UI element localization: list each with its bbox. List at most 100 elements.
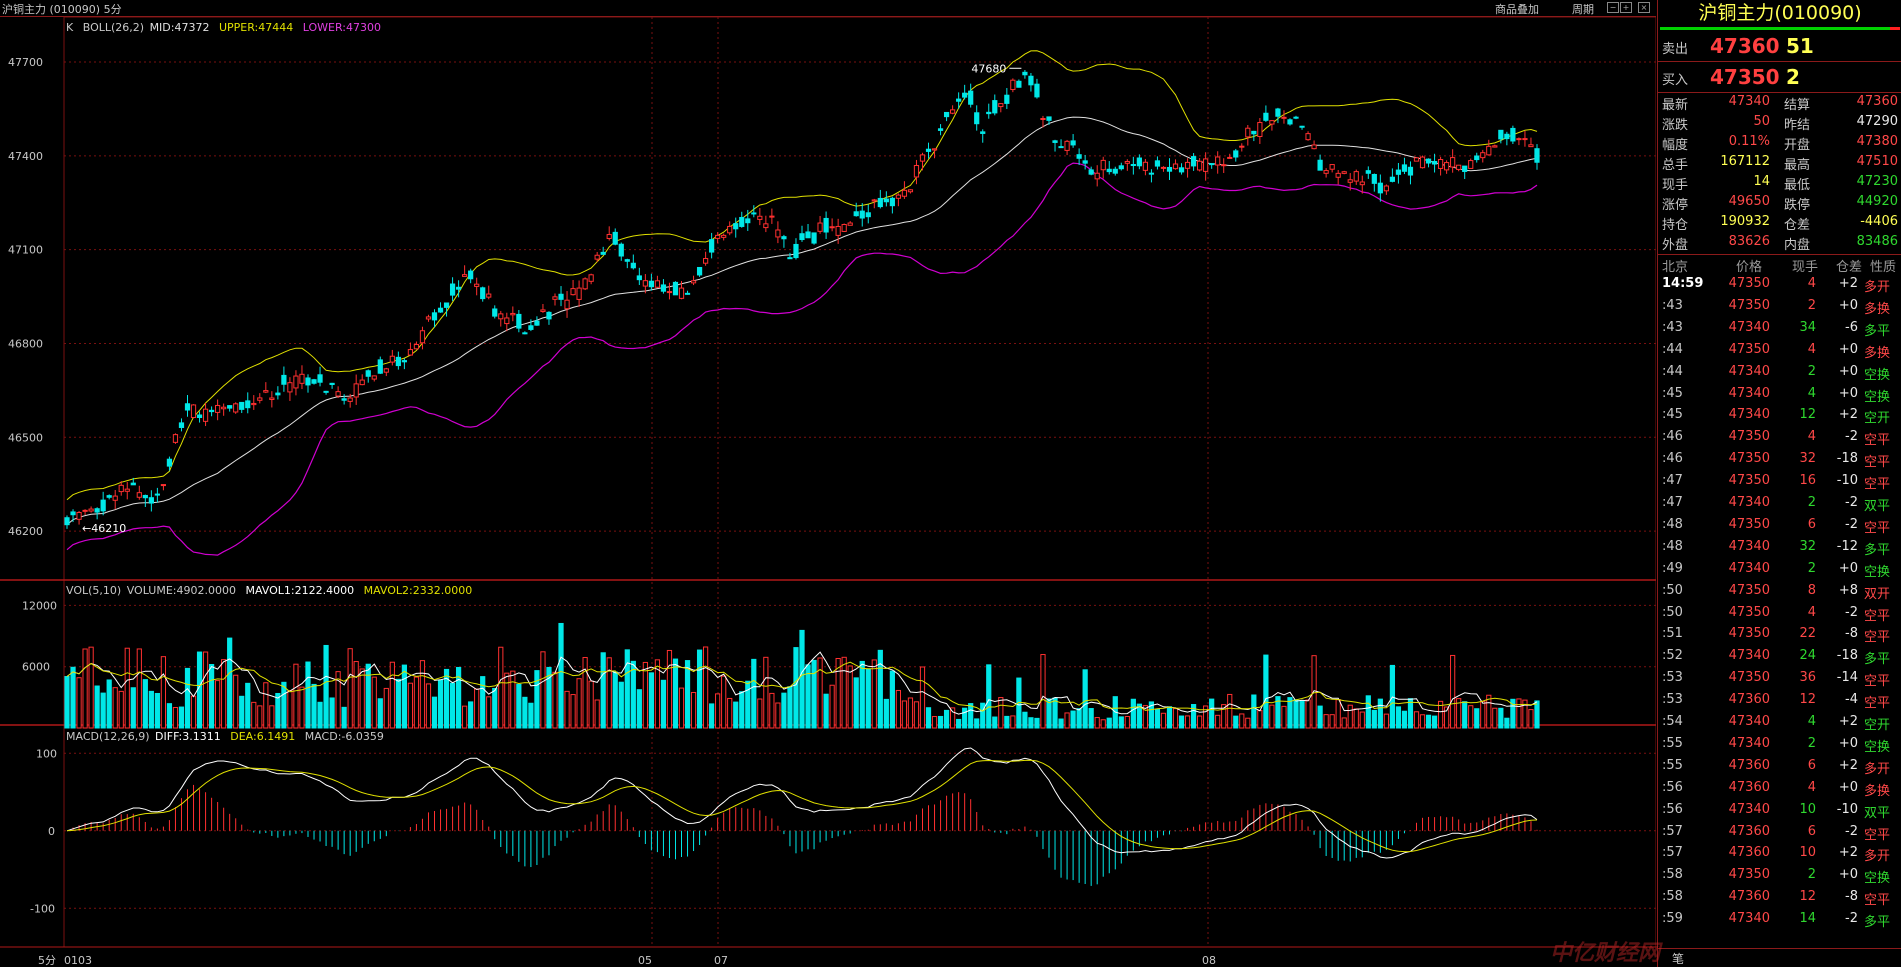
volume-bar	[516, 683, 522, 729]
tick-row[interactable]: :52 47340 24 -18 多平	[1658, 648, 1901, 670]
tick-row[interactable]: :48 47350 6 -2 空平	[1658, 517, 1901, 539]
tick-time: :57	[1662, 823, 1683, 839]
tick-row[interactable]: :50 47350 8 +8 双开	[1658, 583, 1901, 605]
overlay-commodity-link[interactable]: 商品叠加	[1495, 1, 1539, 17]
volume-bar	[528, 702, 534, 729]
volume-bar	[1480, 700, 1486, 729]
tick-row[interactable]: :45 47340 4 +0 空换	[1658, 386, 1901, 408]
tick-row[interactable]: :56 47340 10 -10 双平	[1658, 802, 1901, 824]
volume-bar	[1076, 708, 1082, 729]
volume-bar	[968, 703, 974, 729]
tick-row[interactable]: :44 47350 4 +0 多换	[1658, 342, 1901, 364]
quote-label: 最低	[1784, 178, 1811, 193]
volume-bar	[552, 671, 558, 729]
tick-row[interactable]: :56 47360 4 +0 多换	[1658, 780, 1901, 802]
volume-bar	[1197, 715, 1203, 729]
tick-volume: 6	[1807, 757, 1816, 773]
candle-body	[1389, 176, 1396, 182]
tick-row[interactable]: :53 47350 36 -14 空平	[1658, 670, 1901, 692]
macd-axis-label: -100	[30, 902, 55, 915]
candle-body	[443, 302, 450, 308]
tick-row[interactable]: 14:59 47350 4 +2 多开	[1658, 276, 1901, 298]
candle-body	[1172, 163, 1179, 170]
candle-body	[1269, 120, 1275, 125]
candle-body	[1510, 127, 1516, 142]
candle-body	[1233, 150, 1239, 158]
volume-bar	[1058, 718, 1064, 729]
kline-chart-svg[interactable]: 47700 47400 47100 46800 46500 46200 12000 6000 1…	[0, 17, 1656, 967]
volume-bar	[913, 701, 920, 729]
volume-bar	[709, 703, 715, 729]
close-icon[interactable]: ×	[1638, 2, 1650, 13]
zoom-in-button[interactable]: +	[1620, 2, 1632, 13]
tick-time: :43	[1662, 297, 1683, 313]
tick-row[interactable]: :57 47360 10 +2 多开	[1658, 845, 1901, 867]
period-link[interactable]: 周期	[1572, 1, 1594, 17]
tick-volume: 34	[1799, 319, 1816, 335]
candle-body	[371, 375, 377, 380]
tick-row[interactable]: :58 47360 12 -8 空平	[1658, 889, 1901, 911]
candle-body	[1052, 140, 1058, 143]
tick-row[interactable]: :43 47350 2 +0 多换	[1658, 298, 1901, 320]
tick-nature: 多平	[1864, 542, 1891, 558]
tick-row[interactable]: :58 47350 2 +0 空换	[1658, 867, 1901, 889]
candle-body	[1112, 168, 1118, 174]
candle-body	[239, 401, 245, 410]
tick-tab[interactable]: 笔	[1672, 950, 1684, 967]
candle-body	[775, 229, 781, 238]
candle-body	[474, 283, 480, 287]
tick-row[interactable]: :47 47350 16 -10 空平	[1658, 473, 1901, 495]
tick-position-change: -18	[1836, 451, 1858, 467]
candle-body	[1010, 79, 1016, 91]
tick-row[interactable]: :45 47340 12 +2 空开	[1658, 407, 1901, 429]
volume-bar	[100, 692, 106, 729]
tick-price: 47340	[1728, 495, 1770, 510]
tick-row[interactable]: :49 47340 2 +0 空换	[1658, 561, 1901, 583]
chart-area[interactable]: 47700 47400 47100 46800 46500 46200 12000 6000 1…	[0, 17, 1656, 967]
tick-row[interactable]: :53 47360 12 -4 空平	[1658, 692, 1901, 714]
zoom-out-button[interactable]: −	[1607, 2, 1619, 13]
tick-row[interactable]: :54 47340 4 +2 空开	[1658, 714, 1901, 736]
candle-body	[931, 148, 938, 151]
tick-nature: 空换	[1864, 564, 1891, 580]
tick-row[interactable]: :47 47340 2 -2 双平	[1658, 495, 1901, 517]
tick-row[interactable]: :59 47340 14 -2 多平	[1658, 911, 1901, 933]
candle-body	[1317, 159, 1323, 171]
candle-body	[727, 225, 733, 234]
quote-value: 190932	[1720, 214, 1770, 229]
candle-body	[1486, 145, 1492, 156]
tick-row[interactable]: :46 47350 32 -18 空平	[1658, 451, 1901, 473]
tick-row[interactable]: :55 47360 6 +2 多开	[1658, 758, 1901, 780]
candle-body	[208, 409, 215, 413]
quote-label: 涨停	[1662, 198, 1689, 213]
candle-body	[1431, 160, 1438, 165]
candle-body	[1209, 163, 1215, 166]
tick-row[interactable]: :51 47350 22 -8 空平	[1658, 626, 1901, 648]
tick-row[interactable]: :46 47350 4 -2 空平	[1658, 429, 1901, 451]
volume-bar	[540, 651, 546, 729]
candle-body	[1245, 127, 1251, 138]
candle-body	[1118, 165, 1124, 170]
tick-row[interactable]: :55 47340 2 +0 空换	[1658, 736, 1901, 758]
candle-body	[702, 258, 709, 264]
volume-bar	[184, 667, 191, 729]
tick-nature: 空平	[1864, 893, 1891, 909]
candle-body	[799, 233, 805, 241]
quote-label: 内盘	[1784, 238, 1811, 253]
tick-time: :47	[1662, 495, 1683, 510]
tick-row[interactable]: :43 47340 34 -6 多平	[1658, 320, 1901, 342]
tick-price: 47350	[1728, 604, 1770, 620]
volume-bar	[510, 670, 516, 729]
quote-value: 50	[1753, 114, 1770, 129]
tick-row[interactable]: :48 47340 32 -12 多平	[1658, 539, 1901, 561]
tick-row[interactable]: :50 47350 4 -2 空平	[1658, 605, 1901, 627]
tick-volume: 12	[1799, 692, 1816, 708]
volume-bar	[1046, 698, 1052, 729]
tick-row[interactable]: :44 47340 2 +0 空换	[1658, 364, 1901, 386]
price-axis-label: 47400	[8, 150, 43, 163]
candle-body	[347, 397, 353, 402]
tick-position-change: -2	[1845, 516, 1858, 532]
tick-row[interactable]: :57 47360 6 -2 空平	[1658, 824, 1901, 846]
tick-nature: 多开	[1864, 280, 1891, 295]
volume-bar	[522, 696, 528, 729]
